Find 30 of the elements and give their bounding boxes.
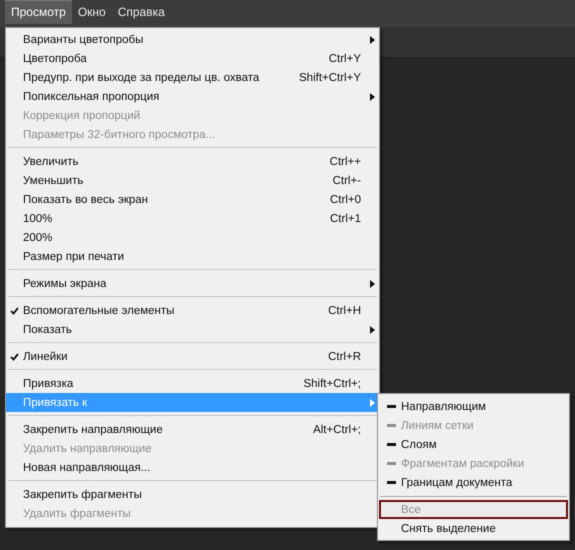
submenu-arrow-icon [370,280,374,288]
menu-item[interactable]: Цветопроба Ctrl+Y [6,49,379,68]
submenu-item[interactable]: Слоям [379,435,568,454]
menu-item[interactable]: Размер при печати [6,247,379,266]
menu-bar-item[interactable]: Справка [112,0,171,24]
menu-item[interactable]: Закрепить фрагменты [6,485,379,504]
submenu-arrow-icon [370,398,374,406]
submenu-item[interactable]: Границам документа [379,473,568,492]
menu-bar-item[interactable]: Просмотр [5,0,72,24]
menu-bar-item[interactable]: Окно [72,0,112,24]
menu-item[interactable]: Линейки Ctrl+R [6,347,379,366]
menu-item[interactable]: Показать [6,320,379,339]
menu-item[interactable]: Показать во весь экран Ctrl+0 [6,190,379,209]
menu-item[interactable]: Новая направляющая... [6,458,379,477]
menu-item[interactable]: Увеличить Ctrl++ [6,152,379,171]
submenu-arrow-icon [370,36,374,44]
submenu-item[interactable]: Направляющим [379,397,568,416]
menu-item[interactable]: Предупр. при выходе за пределы цв. охвата Shift+Ctrl+Y [6,68,379,87]
menu-item[interactable]: Попиксельная пропорция [6,87,379,106]
menu-item[interactable]: Уменьшить Ctrl+- [6,171,379,190]
menu-item[interactable]: 200% [6,228,379,247]
menu-item[interactable]: Варианты цветопробы [6,30,379,49]
submenu-item[interactable]: Снять выделение [379,519,568,538]
submenu-arrow-icon [370,326,374,334]
menu-item[interactable]: Закрепить направляющие Alt+Ctrl+; [6,420,379,439]
submenu-arrow-icon [370,92,374,100]
menu-item[interactable]: Привязка Shift+Ctrl+; [6,374,379,393]
menu-item[interactable]: Вспомогательные элементы Ctrl+H [6,301,379,320]
menu-item[interactable]: Режимы экрана [6,274,379,293]
menu-item[interactable]: 100% Ctrl+1 [6,209,379,228]
